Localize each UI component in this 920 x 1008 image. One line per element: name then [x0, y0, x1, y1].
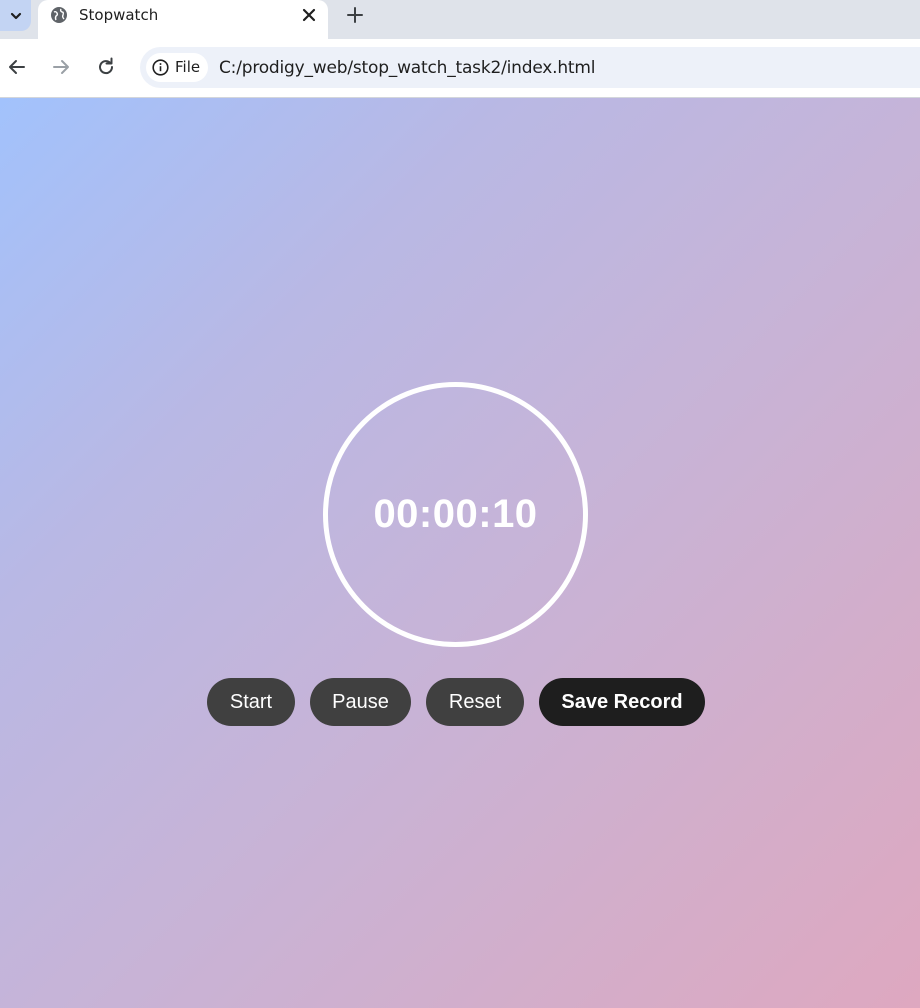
url-text[interactable]: C:/prodigy_web/stop_watch_task2/index.ht… [219, 58, 595, 78]
reset-button[interactable]: Reset [426, 678, 524, 726]
info-icon [152, 59, 169, 76]
reload-icon[interactable] [95, 56, 117, 78]
pause-button[interactable]: Pause [310, 678, 411, 726]
tab-title: Stopwatch [79, 6, 159, 24]
save-record-button[interactable]: Save Record [539, 678, 705, 726]
new-tab-icon[interactable] [345, 5, 365, 25]
forward-arrow-icon[interactable] [50, 56, 72, 78]
start-button[interactable]: Start [207, 678, 295, 726]
browser-toolbar: File C:/prodigy_web/stop_watch_task2/ind… [0, 39, 920, 98]
back-arrow-icon[interactable] [6, 56, 28, 78]
site-chip-label: File [175, 58, 201, 76]
page-viewport: 00:00:10 Start Pause Reset Save Record [0, 98, 920, 1008]
tab-strip: Stopwatch [0, 0, 920, 39]
time-display: 00:00:10 [373, 492, 538, 536]
address-bar[interactable]: File C:/prodigy_web/stop_watch_task2/ind… [140, 47, 920, 88]
site-info-chip[interactable]: File [146, 53, 208, 82]
tab-stopwatch[interactable]: Stopwatch [38, 0, 328, 39]
tab-search-button[interactable] [0, 0, 31, 31]
stopwatch-dial: 00:00:10 [323, 382, 588, 647]
globe-icon [51, 7, 67, 23]
close-icon[interactable] [300, 6, 318, 24]
chevron-down-icon [10, 12, 21, 19]
